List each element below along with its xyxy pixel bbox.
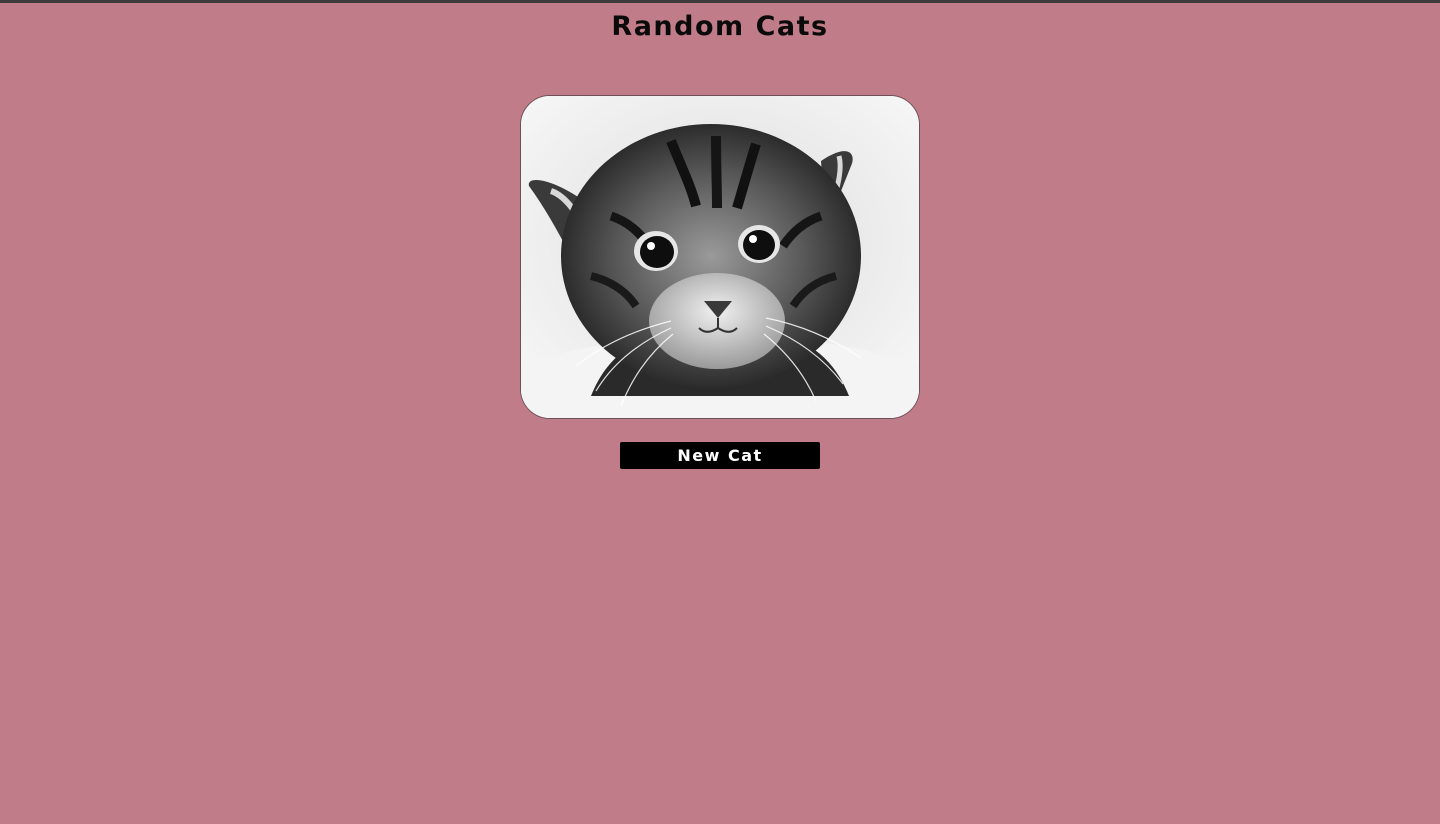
page-title: Random Cats [611,11,829,42]
top-border [0,0,1440,3]
cat-image [520,95,920,419]
new-cat-button[interactable]: New Cat [620,442,820,469]
kitten-illustration [521,96,919,418]
